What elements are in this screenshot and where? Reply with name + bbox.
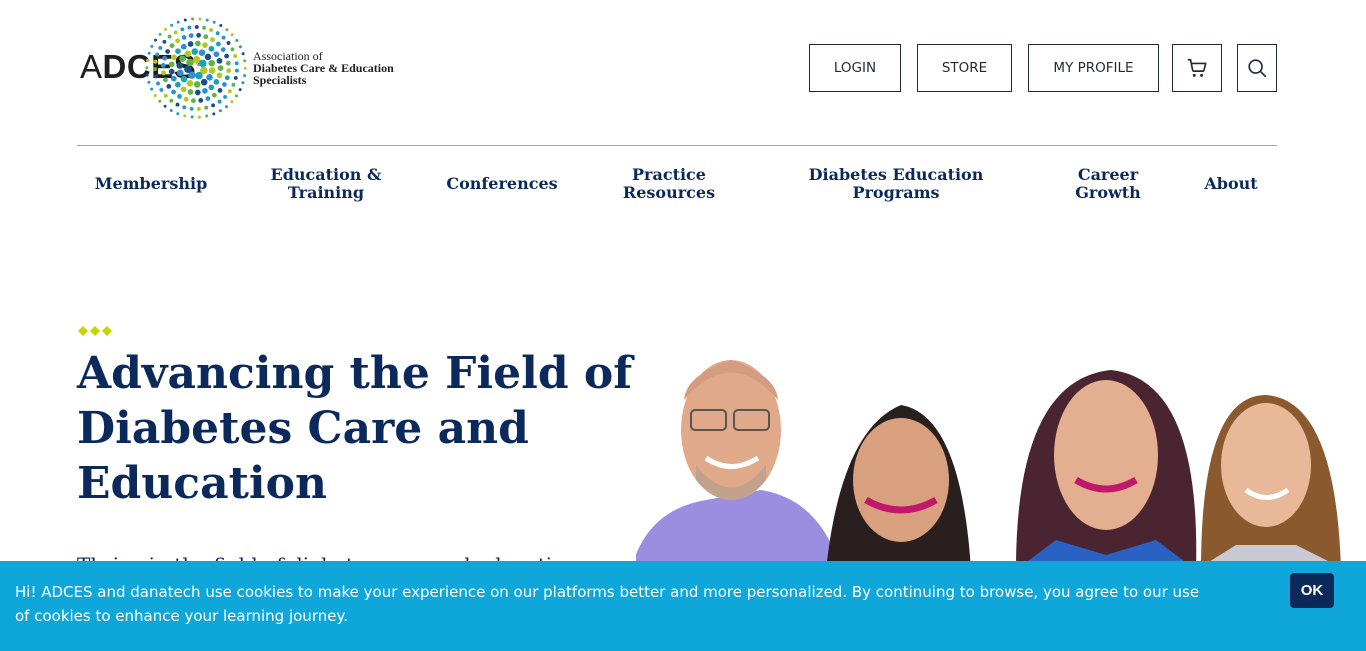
person-woman-auburn-hair <box>1196 395 1346 570</box>
nav-diabetes-education-programs[interactable]: Diabetes Education Programs <box>801 166 991 202</box>
cookie-ok-button[interactable]: OK <box>1290 573 1334 608</box>
logo-tagline: Association of Diabetes Care & Education… <box>253 50 394 86</box>
search-icon <box>1248 59 1267 78</box>
cookie-ok-label: OK <box>1300 582 1324 599</box>
store-button[interactable]: STORE <box>917 44 1012 92</box>
adces-logo[interactable]: ADCES® Association of Diabetes Care & Ed… <box>80 14 410 124</box>
cart-button[interactable] <box>1172 44 1222 92</box>
login-button[interactable]: LOGIN <box>809 44 901 92</box>
nav-diabetes-education-programs-label: Diabetes Education Programs <box>808 165 984 202</box>
nav-career-growth-label: Career Growth <box>1075 165 1141 202</box>
nav-membership[interactable]: Membership <box>92 175 210 193</box>
nav-about[interactable]: About <box>1200 175 1262 193</box>
nav-education-training-label: Education & Training <box>270 165 382 202</box>
person-man-glasses <box>636 360 841 570</box>
hero-people-photo <box>636 360 1346 570</box>
diamond-accent-icon <box>78 326 112 336</box>
person-woman-red-hair <box>1016 370 1197 570</box>
my-profile-button[interactable]: MY PROFILE <box>1028 44 1159 92</box>
logo-dot-cluster-icon <box>145 17 247 119</box>
store-label: STORE <box>941 60 988 76</box>
my-profile-label: MY PROFILE <box>1053 60 1134 76</box>
cart-icon <box>1187 58 1207 77</box>
person-woman-dark-hair <box>826 405 971 570</box>
nav-career-growth[interactable]: Career Growth <box>1066 166 1150 202</box>
logo-tagline-line: Specialists <box>253 73 307 87</box>
cookie-banner-text: Hi! ADCES and danatech use cookies to ma… <box>15 583 1200 625</box>
hero-title: Advancing the Field of Diabetes Care and… <box>77 348 633 509</box>
nav-conferences-label: Conferences <box>446 174 558 193</box>
nav-about-label: About <box>1204 174 1258 193</box>
nav-membership-label: Membership <box>94 174 208 193</box>
cookie-banner: Hi! ADCES and danatech use cookies to ma… <box>0 561 1366 651</box>
nav-practice-resources[interactable]: Practice Resources <box>614 166 724 202</box>
login-label: LOGIN <box>833 60 877 76</box>
search-button[interactable] <box>1237 44 1277 92</box>
nav-practice-resources-label: Practice Resources <box>622 165 716 202</box>
nav-education-training[interactable]: Education & Training <box>266 166 386 202</box>
nav-conferences[interactable]: Conferences <box>440 175 564 193</box>
header-divider <box>77 145 1277 146</box>
